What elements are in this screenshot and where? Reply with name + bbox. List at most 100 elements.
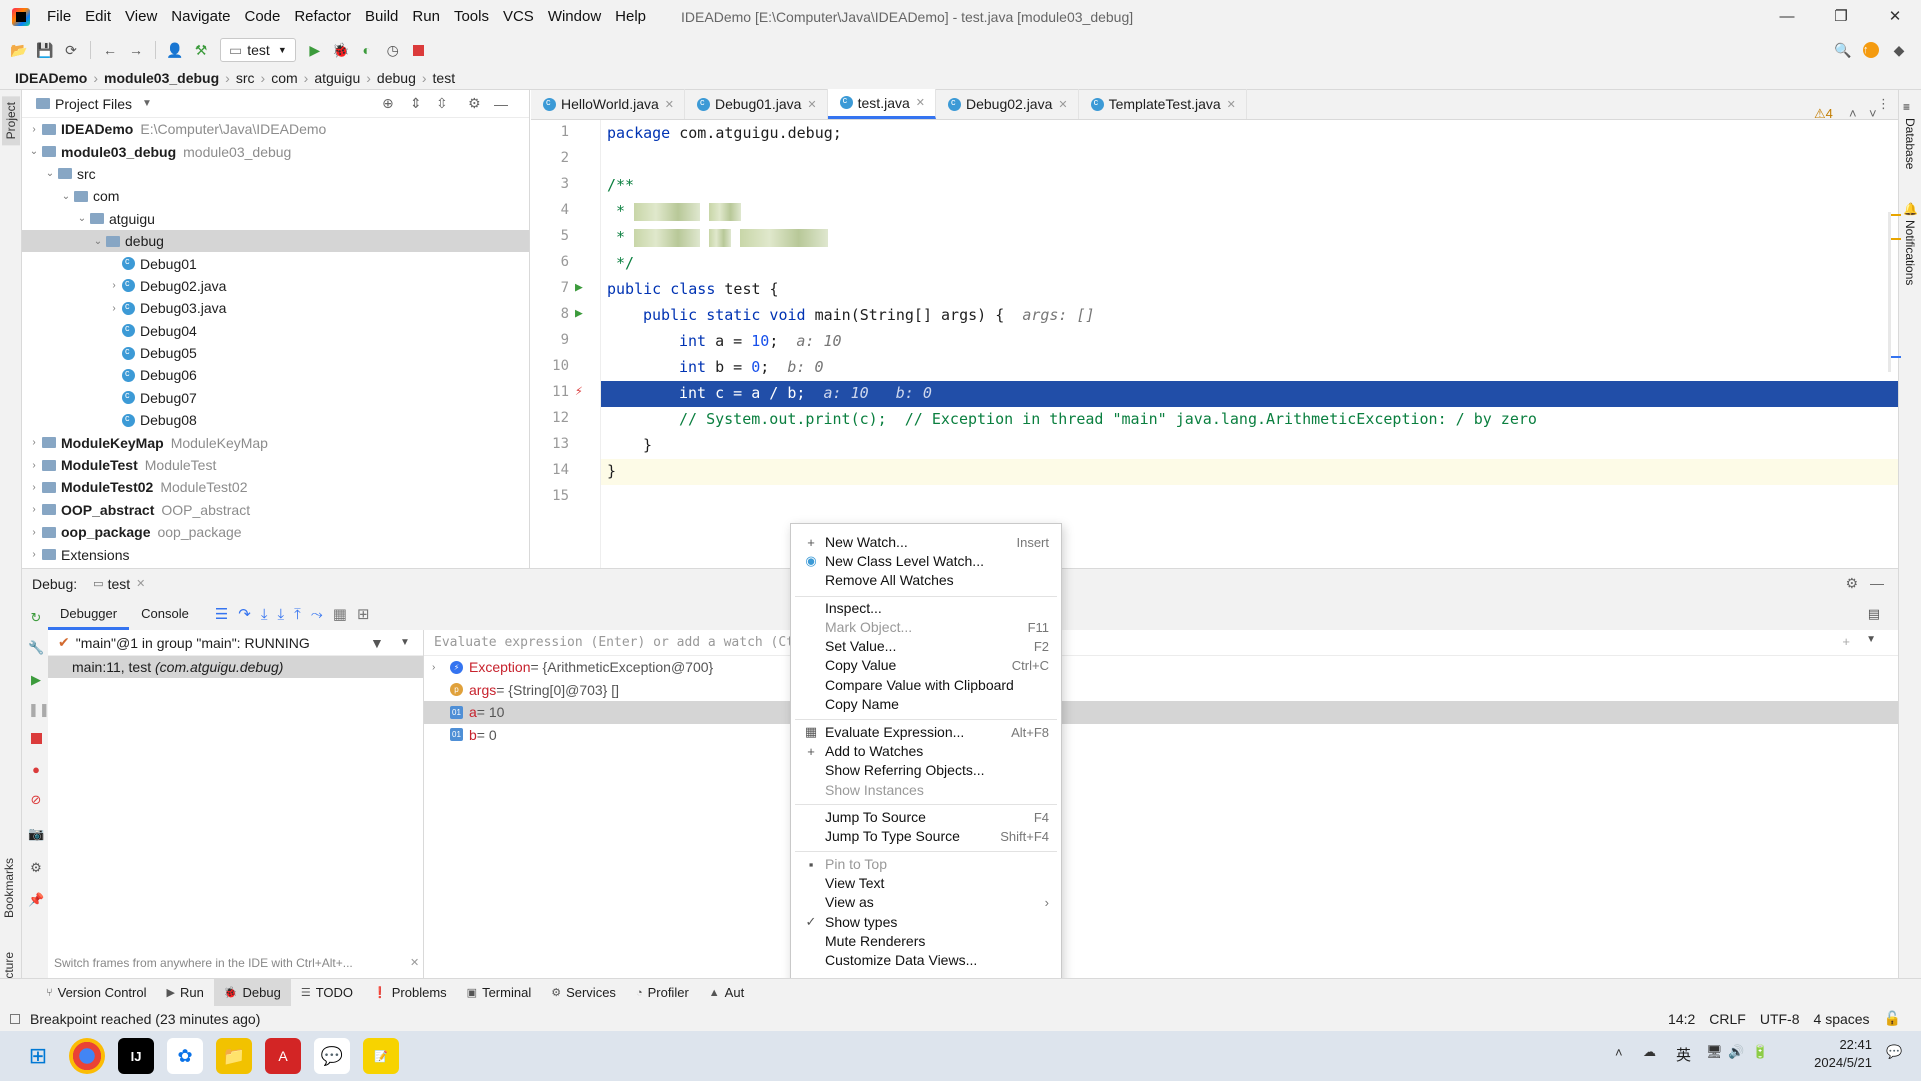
volume-icon[interactable]: 🔊	[1728, 1044, 1744, 1060]
notes-app-icon[interactable]: 📝	[363, 1038, 399, 1074]
indent-setting[interactable]: 4 spaces	[1814, 1011, 1870, 1027]
jetbrains-ai-icon[interactable]: ◆	[1886, 37, 1912, 63]
stack-frame[interactable]: main:11, test (com.atguigu.debug)	[48, 656, 423, 678]
line-number[interactable]: 12	[531, 410, 569, 426]
tree-item[interactable]: ⌄ module03_debug module03_debug	[22, 140, 529, 162]
menu-help[interactable]: Help	[608, 0, 653, 34]
back-icon[interactable]: ←	[97, 37, 123, 63]
tool-window-problems[interactable]: ❗ Problems	[363, 979, 457, 1007]
project-tool-tab[interactable]: Project	[2, 96, 20, 146]
menu-tools[interactable]: Tools	[447, 0, 496, 34]
forward-icon[interactable]: →	[123, 37, 149, 63]
coverage-icon[interactable]: ◐	[354, 37, 380, 63]
editor-tab[interactable]: Debug02.java ✕	[936, 89, 1079, 119]
database-tool-tab[interactable]: Database	[1903, 118, 1917, 169]
line-number[interactable]: 15	[531, 488, 569, 504]
chevron-down-icon[interactable]: ▼	[400, 637, 410, 648]
breadcrumb-item[interactable]: module03_debug	[101, 70, 222, 86]
chevron-down-icon[interactable]: ▼	[142, 98, 152, 109]
expand-chevron-icon[interactable]: ›	[26, 504, 42, 515]
expand-chevron-icon[interactable]: ›	[26, 124, 42, 135]
clock-date[interactable]: 2024/5/21	[1800, 1055, 1872, 1070]
tree-item[interactable]: Debug08	[22, 409, 529, 431]
tool-window-run[interactable]: ▶ Run	[157, 979, 214, 1007]
notification-center-icon[interactable]: 💬	[1886, 1044, 1902, 1060]
menu-navigate[interactable]: Navigate	[164, 0, 237, 34]
close-tab-icon[interactable]: ✕	[665, 98, 674, 111]
force-step-into-icon[interactable]: ⤓	[277, 606, 284, 623]
expand-all-icon[interactable]: ⇕	[410, 95, 422, 112]
pause-icon[interactable]: ❚❚	[28, 702, 50, 718]
tree-item[interactable]: Debug01	[22, 252, 529, 274]
close-tab-icon[interactable]: ✕	[1227, 98, 1236, 111]
next-highlight-icon[interactable]: ˅	[1869, 106, 1877, 121]
run-icon[interactable]: ▶	[302, 37, 328, 63]
update-icon[interactable]: ↑	[1858, 37, 1884, 63]
intellij-taskbar-icon[interactable]: IJ	[118, 1038, 154, 1074]
save-all-icon[interactable]: 💾	[32, 37, 58, 63]
evaluate-expression-input[interactable]: Evaluate expression (Enter) or add a wat…	[434, 635, 810, 650]
menu-file[interactable]: File	[40, 0, 78, 34]
close-tab-icon[interactable]: ✕	[1058, 98, 1067, 111]
line-number[interactable]: 4	[531, 202, 569, 218]
tree-item[interactable]: ⌄ debug	[22, 229, 529, 253]
cloud-icon[interactable]: ☁	[1643, 1044, 1656, 1060]
ime-indicator[interactable]: 英	[1676, 1044, 1691, 1065]
expand-chevron-icon[interactable]: ›	[106, 280, 122, 291]
expand-chevron-icon[interactable]: ›	[26, 549, 42, 560]
close-tab-icon[interactable]: ✕	[916, 96, 925, 109]
line-number[interactable]: 9	[531, 332, 569, 348]
tool-window-aut[interactable]: ▲ Aut	[699, 979, 754, 1007]
run-gutter-icon[interactable]: ▶	[575, 280, 583, 295]
code-editor[interactable]: 1 2 3 4 5 6 7 8 9 10 11 12 13 14 15 ▶ ▶ ⚡ ⚠4 ˄ ˅ package …	[531, 106, 1898, 568]
menu-edit[interactable]: Edit	[78, 0, 118, 34]
file-encoding[interactable]: UTF-8	[1760, 1011, 1800, 1027]
close-hint-icon[interactable]: ✕	[410, 956, 419, 969]
evaluate-icon[interactable]: ▦	[333, 605, 347, 623]
variable-row[interactable]: 01 b = 0	[424, 724, 1898, 747]
tree-item[interactable]: › ModuleTest02 ModuleTest02	[22, 476, 529, 498]
tool-window-todo[interactable]: ☰ TODO	[291, 979, 363, 1007]
run-config-select[interactable]: ▭ test ▼	[220, 38, 296, 62]
menu-code[interactable]: Code	[237, 0, 287, 34]
caret-position[interactable]: 14:2	[1668, 1011, 1695, 1027]
editor-tab[interactable]: HelloWorld.java ✕	[531, 89, 685, 119]
tree-item[interactable]: ⌄ atguigu	[22, 208, 529, 230]
close-window-button[interactable]: ✕	[1870, 0, 1920, 34]
file-explorer-icon[interactable]: 📁	[216, 1038, 252, 1074]
wechat-icon[interactable]: 💬	[314, 1038, 350, 1074]
breadcrumb-item[interactable]: atguigu	[311, 70, 363, 86]
wrench-icon[interactable]: 🔧	[28, 640, 44, 656]
mute-breakpoints-icon[interactable]: ⊘	[28, 792, 44, 808]
menu-refactor[interactable]: Refactor	[287, 0, 358, 34]
warnings-indicator[interactable]: ⚠4	[1814, 106, 1833, 122]
run-to-cursor-icon[interactable]: ⤳	[311, 606, 323, 623]
stop-icon[interactable]	[28, 732, 44, 748]
editor-tab[interactable]: TemplateTest.java ✕	[1079, 89, 1247, 119]
prev-highlight-icon[interactable]: ˄	[1849, 106, 1857, 121]
variable-row[interactable]: › ⚡ Exception = {ArithmeticException@700}	[424, 656, 1898, 679]
expand-chevron-icon[interactable]: ⌄	[90, 236, 106, 247]
search-icon[interactable]: 🔍	[1830, 37, 1856, 63]
add-watch-icon[interactable]: +	[1842, 634, 1850, 649]
tray-chevron-icon[interactable]: ˄	[1615, 1045, 1623, 1060]
line-number[interactable]: 10	[531, 358, 569, 374]
status-message[interactable]: Breakpoint reached (23 minutes ago)	[30, 1011, 260, 1027]
close-icon[interactable]: ✕	[136, 577, 145, 590]
frames-list-icon[interactable]: ☰	[215, 605, 228, 623]
breadcrumb-item[interactable]: test	[430, 70, 459, 86]
editor-tab[interactable]: Debug01.java ✕	[685, 89, 828, 119]
menu-item-jump-to-type-source[interactable]: Jump To Type Source Shift+F4	[791, 824, 1061, 848]
line-number[interactable]: 8	[531, 306, 569, 322]
tree-item[interactable]: ⌄ com	[22, 185, 529, 207]
resume-icon[interactable]: ▶	[28, 672, 44, 688]
stop-icon[interactable]	[406, 37, 432, 63]
line-number[interactable]: 14	[531, 462, 569, 478]
windows-start-icon[interactable]: ⊞	[20, 1038, 56, 1074]
minimize-button[interactable]: —	[1762, 0, 1812, 34]
variable-row[interactable]: p args = {String[0]@703} []	[424, 679, 1898, 702]
lock-icon[interactable]: 🔓	[1884, 1010, 1901, 1027]
gear-icon[interactable]: ⚙	[468, 95, 481, 112]
editor-tab[interactable]: test.java ✕	[827, 89, 936, 119]
breadcrumb-item[interactable]: IDEADemo	[12, 70, 90, 86]
